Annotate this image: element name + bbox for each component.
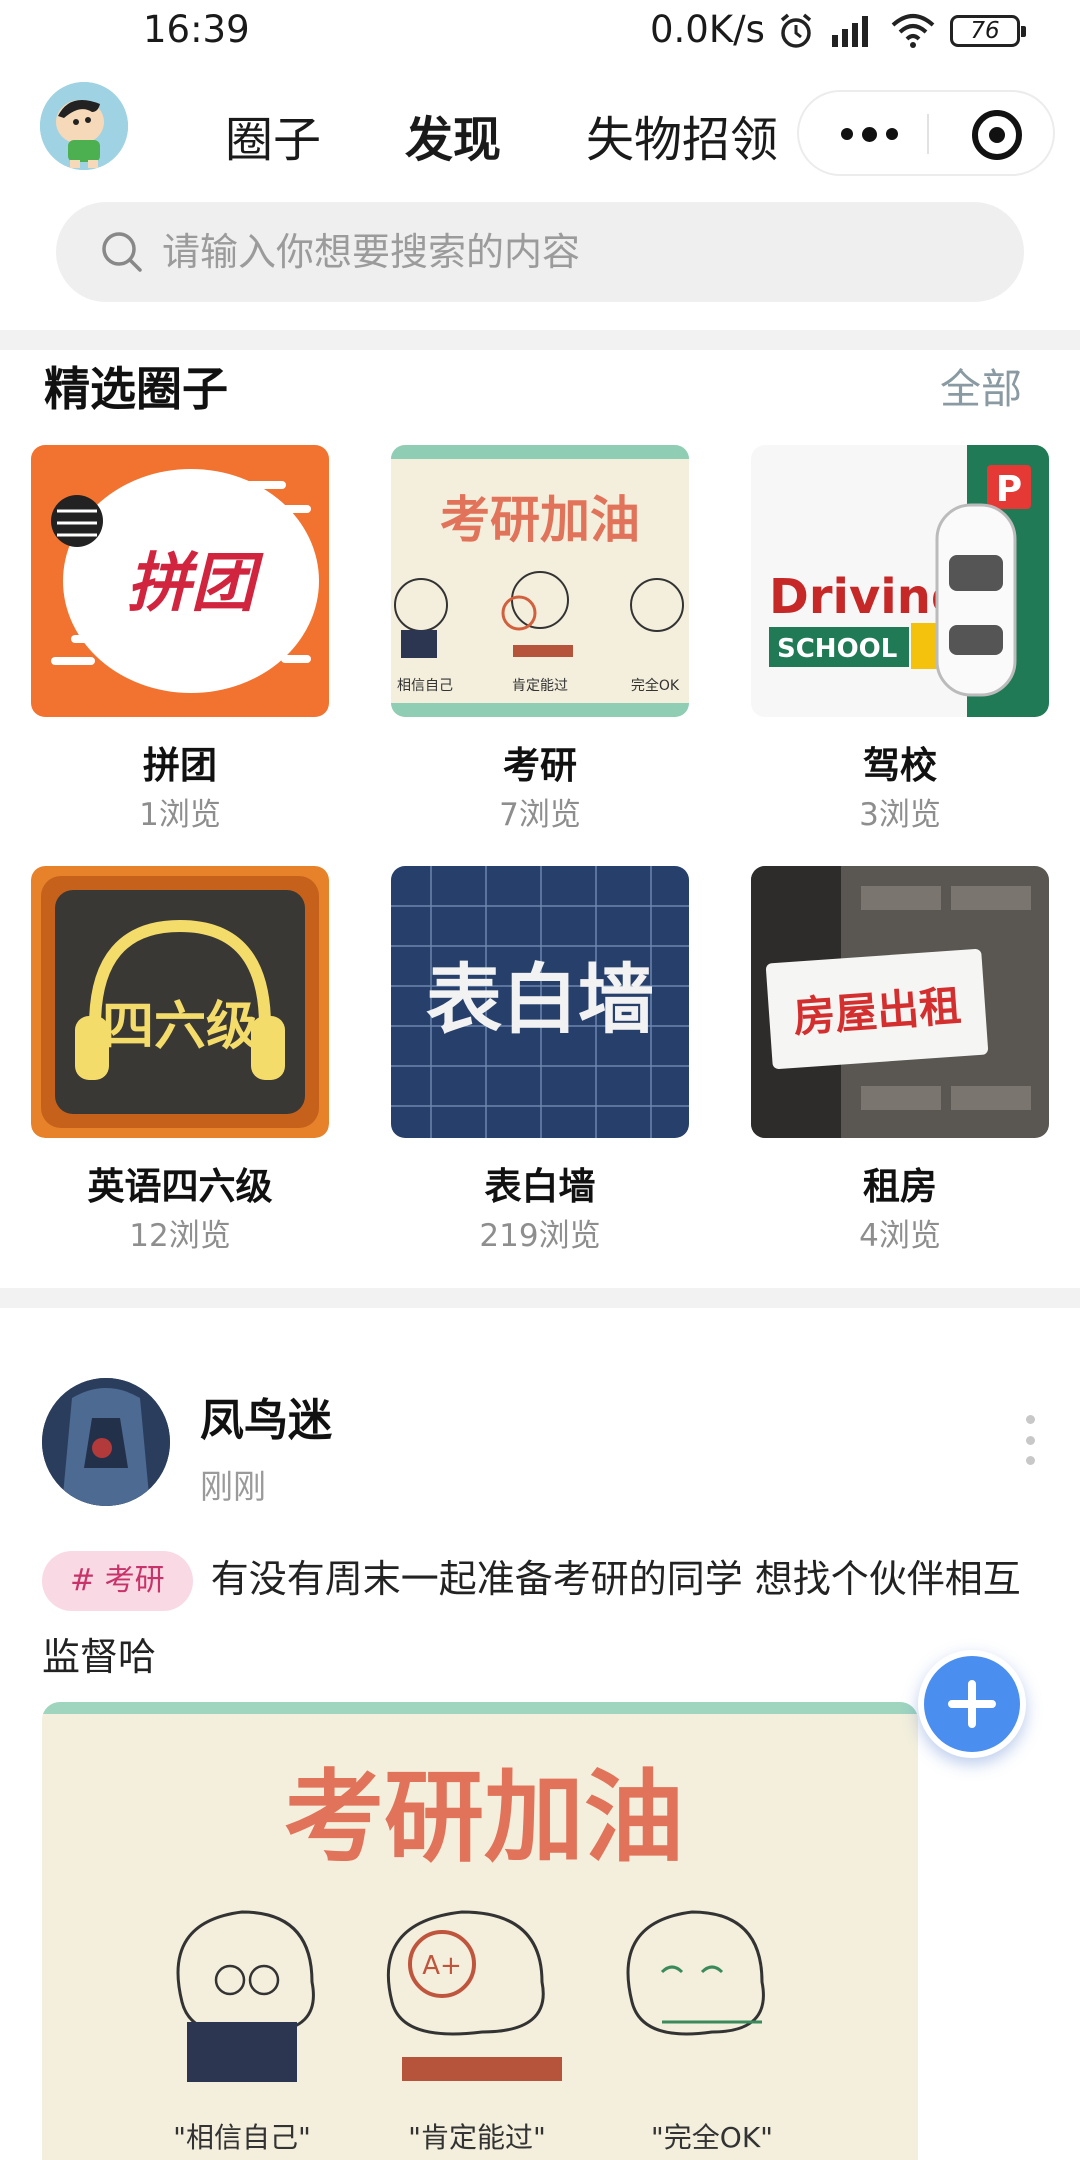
section-title: 精选圈子 bbox=[44, 362, 228, 416]
user-avatar[interactable] bbox=[40, 82, 128, 170]
svg-text:完全OK: 完全OK bbox=[631, 677, 680, 694]
circle-name: 拼团 bbox=[143, 744, 217, 787]
circle-card-driving[interactable]: P Driving SCHOOL 驾校 3浏览 bbox=[751, 445, 1049, 834]
circle-card-cet[interactable]: 四六级 英语四六级 12浏览 bbox=[31, 866, 329, 1255]
post-author-avatar[interactable] bbox=[42, 1378, 170, 1506]
circle-name: 英语四六级 bbox=[87, 1165, 273, 1208]
circle-name: 考研 bbox=[503, 744, 577, 787]
wifi-icon bbox=[891, 14, 935, 48]
post-more-icon[interactable] bbox=[1020, 1415, 1040, 1465]
close-target-icon[interactable] bbox=[972, 110, 1022, 160]
miniprogram-capsule bbox=[797, 90, 1055, 176]
svg-text:考研加油: 考研加油 bbox=[440, 491, 640, 549]
search-icon bbox=[102, 232, 142, 272]
view-all-link[interactable]: 全部 bbox=[940, 355, 1022, 415]
circle-name: 表白墙 bbox=[484, 1165, 596, 1208]
tab-discover[interactable]: 发现 bbox=[405, 100, 501, 170]
circle-views: 12浏览 bbox=[129, 1218, 231, 1254]
svg-text:A+: A+ bbox=[422, 1951, 462, 1981]
circle-image-confession: 表白墙 bbox=[391, 866, 689, 1138]
section-divider bbox=[0, 330, 1080, 350]
search-bar[interactable] bbox=[56, 202, 1024, 302]
tab-lost-found[interactable]: 失物招领 bbox=[586, 100, 778, 170]
svg-text:拼团: 拼团 bbox=[127, 547, 264, 621]
post-time: 刚刚 bbox=[200, 1467, 266, 1506]
circle-views: 4浏览 bbox=[859, 1218, 941, 1254]
network-speed: 0.0K/s bbox=[650, 8, 765, 51]
svg-text:SCHOOL: SCHOOL bbox=[777, 634, 897, 664]
circle-name: 驾校 bbox=[863, 744, 937, 787]
circle-card-rental[interactable]: 房屋出租 租房 4浏览 bbox=[751, 866, 1049, 1255]
svg-text:"肯定能过": "肯定能过" bbox=[408, 2121, 546, 2154]
alarm-icon bbox=[780, 13, 812, 48]
circle-views: 3浏览 bbox=[859, 797, 941, 833]
post-image[interactable]: 考研加油 A+ "相信自己" "肯定能过" "完全OK" bbox=[42, 1702, 918, 2160]
circle-views: 7浏览 bbox=[499, 797, 581, 833]
capsule-divider bbox=[927, 114, 929, 154]
svg-text:肯定能过: 肯定能过 bbox=[512, 678, 568, 694]
circle-card-pintuan[interactable]: 拼团 拼团 1浏览 bbox=[31, 445, 329, 834]
section-divider bbox=[0, 1288, 1080, 1308]
status-time: 16:39 bbox=[143, 8, 250, 51]
post-content: # 考研 有没有周末一起准备考研的同学 想找个伙伴相互监督哈 bbox=[42, 1540, 1052, 1696]
svg-text:考研加油: 考研加油 bbox=[284, 1759, 684, 1876]
circle-image-kaoyan: 考研加油 相信自己 肯定能过 完全OK bbox=[391, 445, 689, 717]
svg-text:"完全OK": "完全OK" bbox=[651, 2121, 773, 2154]
circle-image-cet: 四六级 bbox=[31, 866, 329, 1138]
circle-views: 219浏览 bbox=[479, 1218, 601, 1254]
circle-image-pintuan: 拼团 bbox=[31, 445, 329, 717]
tab-circles[interactable]: 圈子 bbox=[225, 100, 321, 170]
circle-image-rental: 房屋出租 bbox=[751, 866, 1049, 1138]
top-nav: 圈子 发现 失物招领 bbox=[0, 70, 1080, 194]
status-bar: 16:39 0.0K/s 76 bbox=[0, 0, 1080, 62]
battery-icon: 76 bbox=[950, 15, 1026, 47]
post-tag[interactable]: # 考研 bbox=[42, 1551, 193, 1611]
svg-text:"相信自己": "相信自己" bbox=[173, 2121, 311, 2154]
circle-name: 租房 bbox=[863, 1165, 937, 1208]
svg-text:P: P bbox=[996, 469, 1022, 510]
more-icon[interactable] bbox=[829, 112, 909, 156]
status-icons: 76 bbox=[776, 10, 1026, 52]
circle-card-kaoyan[interactable]: 考研加油 相信自己 肯定能过 完全OK 考研 7浏览 bbox=[391, 445, 689, 834]
svg-text:四六级: 四六级 bbox=[102, 997, 258, 1057]
circle-image-driving: P Driving SCHOOL bbox=[751, 445, 1049, 717]
circle-views: 1浏览 bbox=[139, 797, 221, 833]
svg-text:表白墙: 表白墙 bbox=[426, 955, 654, 1044]
search-input[interactable] bbox=[162, 202, 982, 302]
svg-text:相信自己: 相信自己 bbox=[397, 678, 453, 694]
post-author-name[interactable]: 凤鸟迷 bbox=[200, 1384, 332, 1448]
circle-card-confession[interactable]: 表白墙 表白墙 219浏览 bbox=[391, 866, 689, 1255]
signal-icon bbox=[832, 16, 868, 47]
plus-icon bbox=[948, 1680, 996, 1728]
add-post-button[interactable] bbox=[918, 1650, 1026, 1758]
